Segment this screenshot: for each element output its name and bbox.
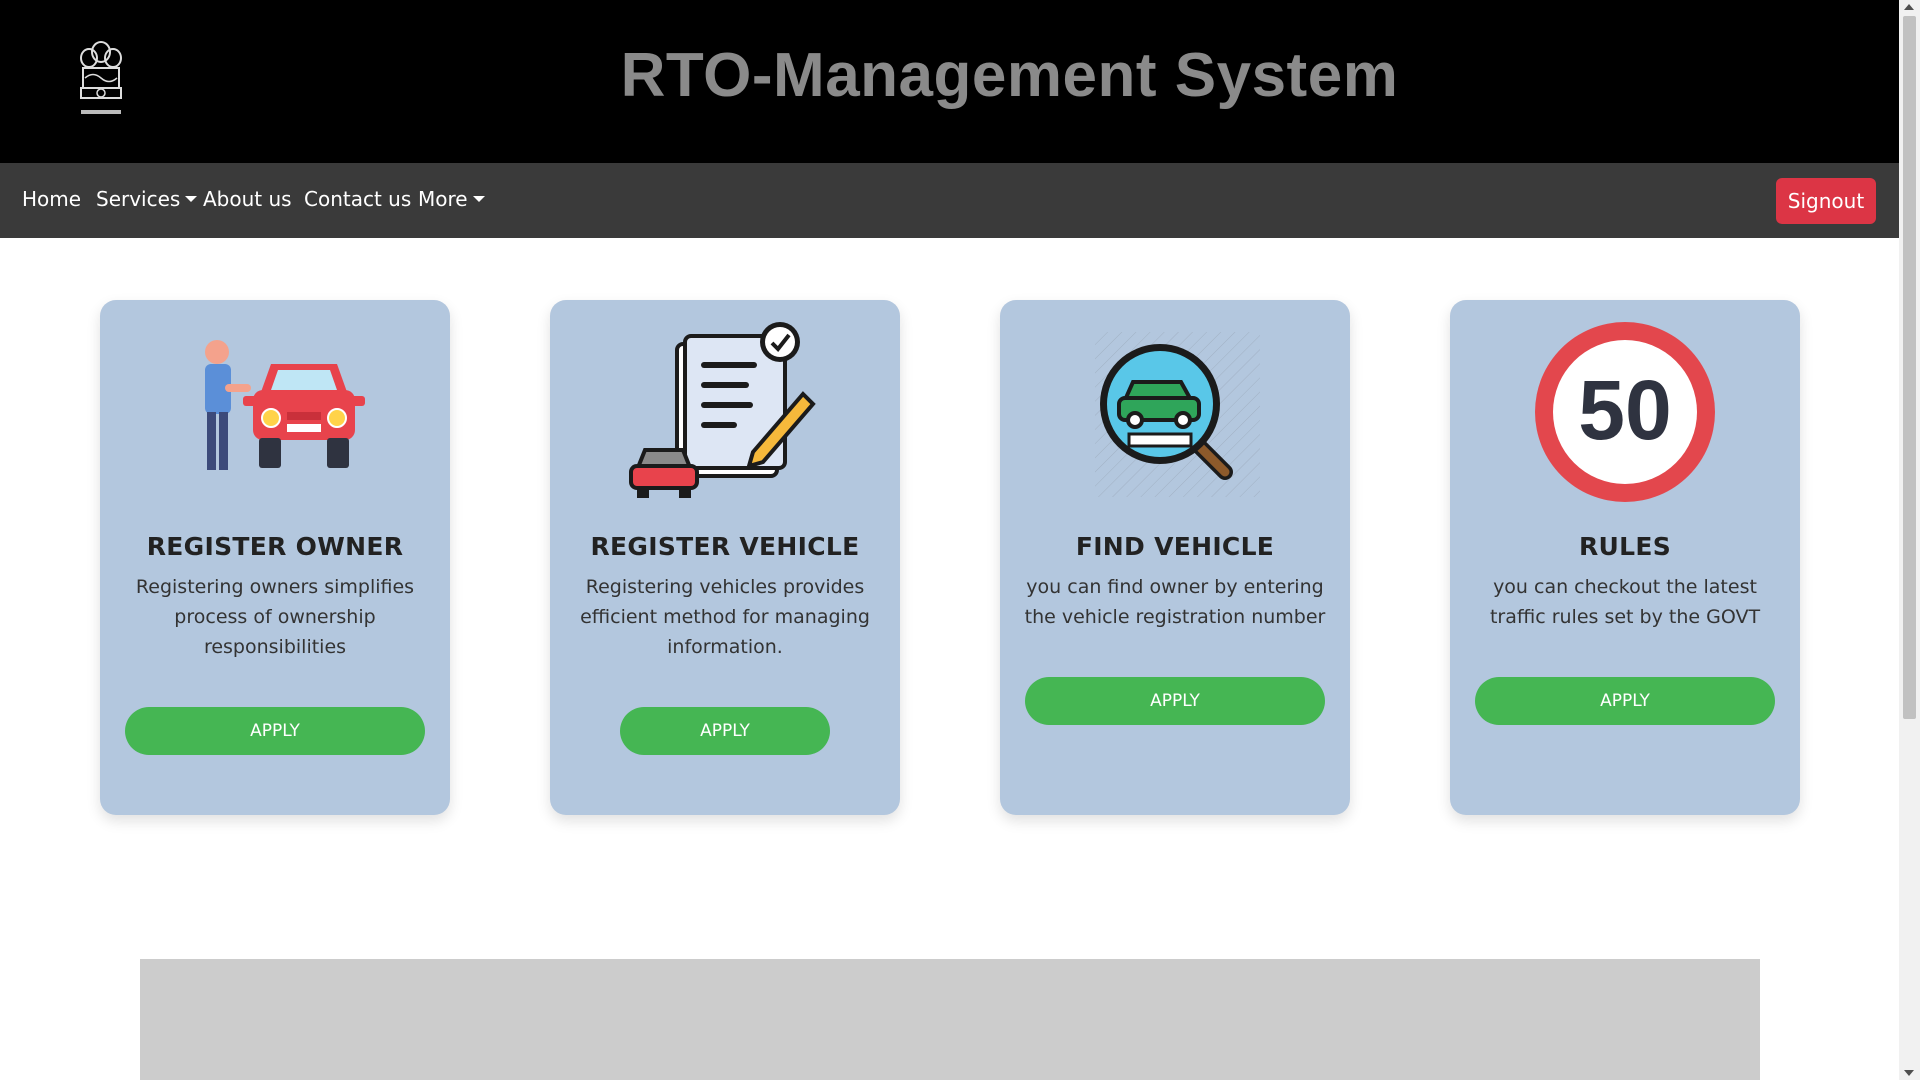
nav-more-label: More [418, 187, 468, 211]
scroll-down-arrow-icon[interactable] [1904, 1070, 1914, 1076]
caret-down-icon [472, 196, 485, 202]
card-title: FIND VEHICLE [1075, 532, 1275, 561]
register-owner-card: REGISTER OWNER Registering owners simpli… [100, 300, 450, 815]
card-description: Registering owners simplifies process of… [135, 576, 415, 658]
site-header: RTO-Management System [0, 0, 1899, 163]
owner-with-car-icon [175, 322, 375, 502]
nav-contact-link[interactable]: Contact us [304, 187, 411, 211]
apply-register-vehicle-button[interactable]: APPLY [620, 707, 830, 755]
nav-home-link[interactable]: Home [22, 187, 81, 211]
apply-register-owner-button[interactable]: APPLY [125, 707, 425, 755]
scrollbar-thumb[interactable] [1903, 16, 1916, 719]
caret-down-icon [185, 196, 198, 202]
card-title: RULES [1578, 532, 1672, 561]
nav-about-link[interactable]: About us [203, 187, 292, 211]
scroll-up-arrow-icon[interactable] [1904, 4, 1914, 10]
apply-find-vehicle-button[interactable]: APPLY [1025, 677, 1325, 725]
register-vehicle-card: REGISTER VEHICLE Registering vehicles pr… [550, 300, 900, 815]
apply-rules-button[interactable]: APPLY [1475, 677, 1775, 725]
card-title: REGISTER VEHICLE [590, 532, 860, 561]
card-description: you can find owner by entering the vehic… [1024, 576, 1326, 628]
nav-services-label: Services [96, 187, 181, 211]
signout-button[interactable]: Signout [1776, 178, 1876, 224]
main-navbar: Home Services About us Contact us More S… [0, 163, 1899, 238]
speed-limit-value: 50 [1578, 363, 1671, 457]
page-scrollbar[interactable] [1899, 0, 1920, 1080]
rules-card: 50 RULES you can checkout the latest tra… [1450, 300, 1800, 815]
card-description: Registering vehicles provides efficient … [580, 576, 870, 658]
content-placeholder [140, 959, 1760, 1080]
page-title: RTO-Management System [620, 41, 1399, 110]
card-description: you can checkout the latest traffic rule… [1489, 576, 1761, 628]
magnifier-car-icon [1075, 322, 1275, 502]
card-title: REGISTER OWNER [146, 532, 404, 561]
nav-more-dropdown[interactable]: More [418, 187, 485, 211]
speed-limit-sign-icon: 50 [1525, 322, 1725, 502]
document-car-pen-icon [625, 322, 825, 502]
nav-services-dropdown[interactable]: Services [96, 187, 198, 211]
find-vehicle-card: FIND VEHICLE you can find owner by enter… [1000, 300, 1350, 815]
